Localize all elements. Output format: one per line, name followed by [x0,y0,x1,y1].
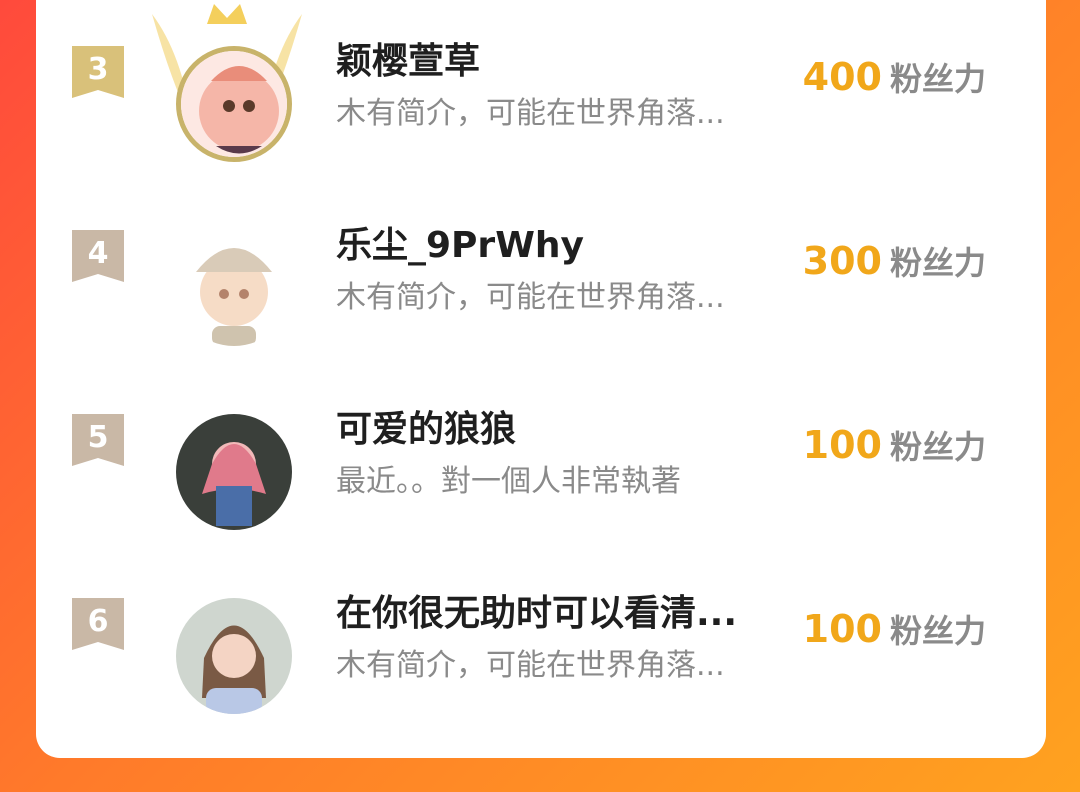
score-value: 400 [802,55,882,99]
rank-badge: 5 [72,414,124,466]
score-value: 100 [802,423,882,467]
user-name: 在你很无助时可以看清... [336,593,738,634]
leaderboard-card: 3 颖樱萱草 木有简介，可能在世界角落... 400 粉丝力 4 乐尘_9PrW… [36,0,1046,758]
user-intro: 木有简介，可能在世界角落... [336,96,725,131]
list-item[interactable]: 5 可爱的狼狼 最近。。對一個人非常執著 100 粉丝力 [36,366,1046,550]
score-unit: 粉丝力 [889,428,986,466]
score-unit: 粉丝力 [889,60,986,98]
user-intro: 最近。。對一個人非常執著 [336,464,681,499]
avatar[interactable] [176,414,292,530]
list-item[interactable]: 6 在你很无助时可以看清... 木有简介，可能在世界角落... 100 粉丝力 [36,550,1046,734]
user-name: 可爱的狼狼 [336,409,517,450]
list-item[interactable]: 3 颖樱萱草 木有简介，可能在世界角落... 400 粉丝力 [36,0,1046,182]
score-unit: 粉丝力 [889,612,986,650]
score-unit: 粉丝力 [889,244,986,282]
fan-power-score: 400 粉丝力 [803,54,986,100]
user-name: 乐尘_9PrWhy [336,225,584,266]
fan-power-score: 100 粉丝力 [803,606,986,652]
avatar[interactable] [176,598,292,714]
fan-power-score: 100 粉丝力 [803,422,986,468]
fan-power-score: 300 粉丝力 [803,238,986,284]
avatar[interactable] [176,46,292,162]
rank-badge: 3 [72,46,124,98]
score-value: 300 [802,239,882,283]
avatar-image [176,230,292,346]
avatar-image [176,414,292,530]
user-intro: 木有简介，可能在世界角落... [336,648,725,683]
avatar[interactable] [176,230,292,346]
list-item[interactable]: 4 乐尘_9PrWhy 木有简介，可能在世界角落... 300 粉丝力 [36,182,1046,366]
avatar-image [181,51,287,157]
user-intro: 木有简介，可能在世界角落... [336,280,725,315]
user-name: 颖樱萱草 [336,41,481,82]
rank-badge: 6 [72,598,124,650]
avatar-image [176,598,292,714]
score-value: 100 [802,607,882,651]
rank-badge: 4 [72,230,124,282]
